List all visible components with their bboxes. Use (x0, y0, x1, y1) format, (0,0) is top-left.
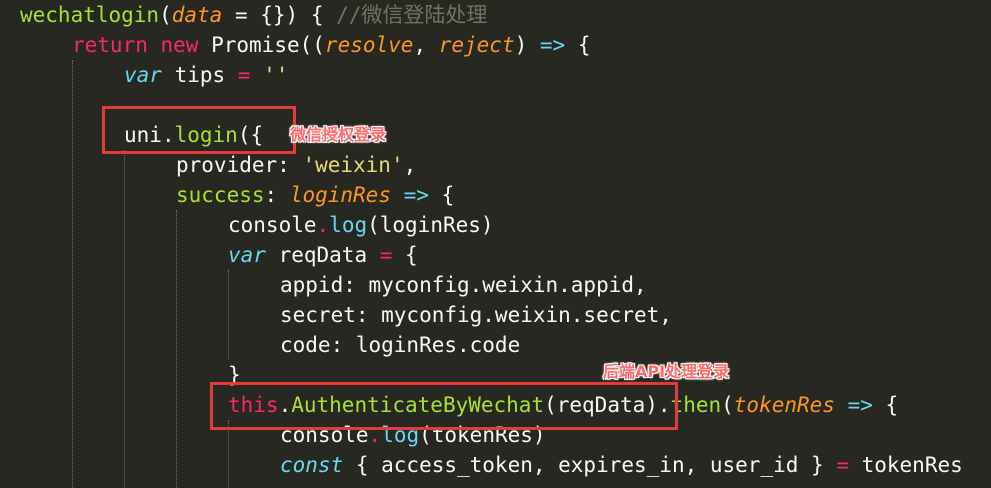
variable: reqData (265, 243, 380, 267)
punctuation: { (428, 183, 455, 207)
punctuation: = {}) { (222, 3, 337, 27)
punctuation: ( (721, 393, 734, 417)
code-line-3: var tips = '' (124, 60, 288, 90)
keyword-const: const (280, 453, 344, 477)
variable: tokenRes (848, 453, 963, 477)
punctuation: ( (159, 3, 172, 27)
param-reject: reject (438, 33, 515, 57)
keyword-return: return (72, 33, 148, 57)
keyword-new: new (160, 33, 199, 57)
code-line-9: var reqData = { (228, 240, 418, 270)
punctuation: (loginRes) (367, 213, 494, 237)
backend-annotation: 后端API处理登录 (603, 362, 730, 381)
object: console (228, 213, 317, 237)
param: data (171, 3, 223, 27)
operator: = (836, 453, 849, 477)
punctuation: ) (514, 33, 540, 57)
code-line-10: appid: myconfig.weixin.appid, (280, 273, 647, 297)
string: '' (263, 63, 289, 87)
indent-guide (228, 420, 229, 488)
class-name: Promise (211, 33, 300, 57)
arrow: => (539, 33, 566, 57)
property-key: provider: (176, 153, 303, 177)
punctuation: , (413, 33, 439, 57)
indent-guide (72, 60, 73, 488)
punctuation: { (392, 243, 418, 267)
arrow: => (847, 393, 873, 417)
arrow: => (403, 183, 429, 207)
punctuation: { (565, 33, 591, 57)
indent-guide (228, 270, 229, 360)
code-line-2: return new Promise((resolve, reject) => … (72, 30, 590, 60)
variable: tips (161, 63, 238, 87)
keyword-var: var (228, 243, 266, 267)
method: log (329, 213, 368, 237)
comment: //微信登陆处理 (336, 3, 488, 27)
code-line-16: const { access_token, expires_in, user_i… (280, 450, 963, 480)
indent-guide (124, 150, 125, 488)
login-highlight-box (102, 106, 296, 154)
indent-guide (176, 210, 177, 488)
code-editor[interactable]: wechatlogin(data = {}) { //微信登陆处理 return… (0, 0, 991, 488)
code-line-6: provider: 'weixin', (176, 150, 416, 180)
operator: = (379, 243, 393, 267)
code-line-12: code: loginRes.code (280, 333, 521, 357)
keyword-var: var (124, 63, 162, 87)
function-name: wechatlogin (20, 3, 160, 27)
param: loginRes (289, 183, 391, 207)
login-annotation: 微信授权登录 (290, 125, 387, 144)
destructure: { access_token, expires_in, user_id } (343, 453, 837, 477)
punctuation: . (316, 213, 330, 237)
punctuation: : (264, 183, 290, 207)
param: tokenRes (733, 393, 835, 417)
operator: = (237, 63, 251, 87)
code-line-8: console.log(loginRes) (228, 210, 494, 240)
code-line-1: wechatlogin(data = {}) { //微信登陆处理 (20, 0, 487, 30)
method-then: then (670, 393, 722, 417)
code-line-7: success: loginRes => { (176, 180, 454, 210)
punctuation: (( (299, 33, 325, 57)
code-line-11: secret: myconfig.weixin.secret, (280, 303, 672, 327)
punctuation: { (872, 393, 899, 417)
property-key: success (176, 183, 265, 207)
string: 'weixin' (302, 153, 404, 177)
backend-highlight-box (210, 382, 678, 430)
punctuation: , (403, 153, 417, 177)
param-resolve: resolve (324, 33, 414, 57)
